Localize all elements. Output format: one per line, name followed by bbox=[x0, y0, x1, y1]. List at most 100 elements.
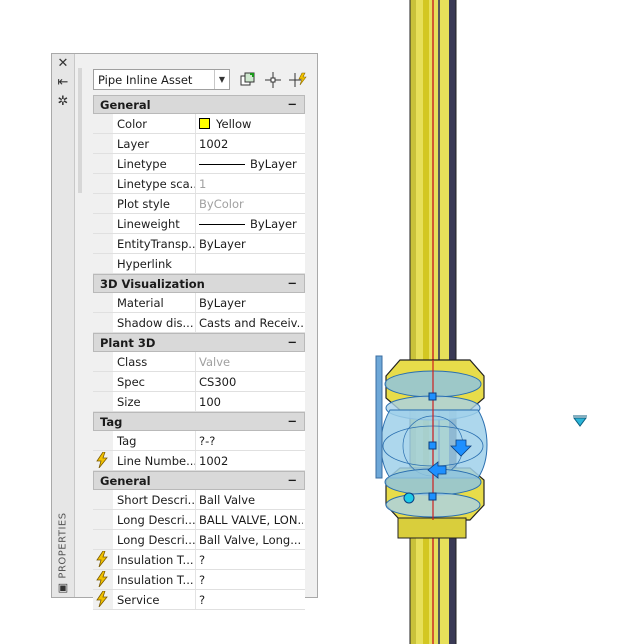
object-type-select[interactable]: Pipe Inline Asset ▼ bbox=[93, 69, 230, 90]
property-value[interactable]: ByLayer bbox=[199, 296, 303, 310]
row-gutter bbox=[93, 392, 113, 411]
category-header-plant-3d[interactable]: Plant 3D − bbox=[93, 333, 305, 352]
lightning-bolt-icon bbox=[96, 452, 108, 468]
property-value[interactable]: ByLayer bbox=[199, 217, 303, 231]
property-row-plot-style[interactable]: Plot style ByColor bbox=[93, 194, 305, 214]
column-divider[interactable] bbox=[195, 550, 196, 569]
column-divider[interactable] bbox=[195, 114, 196, 133]
column-divider[interactable] bbox=[195, 254, 196, 273]
property-value[interactable]: ? bbox=[199, 573, 303, 587]
property-row-short-descri[interactable]: Short Descri... Ball Valve bbox=[93, 490, 305, 510]
property-value-text: BALL VALVE, LON... bbox=[199, 513, 303, 527]
column-divider[interactable] bbox=[195, 313, 196, 332]
property-value[interactable]: ByLayer bbox=[199, 157, 303, 171]
column-divider[interactable] bbox=[195, 234, 196, 253]
palette-menu-icon[interactable]: ▣ bbox=[55, 581, 71, 595]
property-row-size[interactable]: Size 100 bbox=[93, 392, 305, 412]
column-divider[interactable] bbox=[195, 174, 196, 193]
column-divider[interactable] bbox=[195, 293, 196, 312]
category-label: Plant 3D bbox=[100, 336, 156, 350]
select-objects-icon[interactable] bbox=[263, 70, 283, 90]
property-row-entitytransp[interactable]: EntityTransp... ByLayer bbox=[93, 234, 305, 254]
property-row-insulation-t[interactable]: Insulation T...? bbox=[93, 550, 305, 570]
property-value[interactable]: ? bbox=[199, 553, 303, 567]
column-divider[interactable] bbox=[195, 154, 196, 173]
property-name: Insulation T... bbox=[117, 573, 194, 587]
collapse-icon[interactable]: − bbox=[287, 276, 297, 290]
property-value[interactable]: ?-? bbox=[199, 434, 303, 448]
chevron-down-icon[interactable]: ▼ bbox=[214, 70, 229, 89]
property-value[interactable]: Ball Valve bbox=[199, 493, 303, 507]
property-value[interactable]: 1002 bbox=[199, 454, 303, 468]
close-icon[interactable]: ✕ bbox=[55, 57, 71, 71]
collapse-icon[interactable]: − bbox=[287, 473, 297, 487]
line-sample bbox=[199, 224, 245, 225]
property-value-text: 1002 bbox=[199, 137, 229, 151]
property-value[interactable]: Casts and Receiv... bbox=[199, 316, 303, 330]
column-divider[interactable] bbox=[195, 570, 196, 589]
property-value[interactable]: Yellow bbox=[199, 117, 303, 131]
category-header-general[interactable]: General − bbox=[93, 471, 305, 490]
row-gutter bbox=[93, 352, 113, 371]
property-name: Line Numbe... bbox=[117, 454, 195, 468]
color-swatch bbox=[199, 118, 210, 129]
column-divider[interactable] bbox=[195, 451, 196, 470]
property-value[interactable]: 1 bbox=[199, 177, 303, 191]
pipe-3d[interactable] bbox=[409, 0, 457, 644]
properties-settings-icon[interactable]: ✲ bbox=[55, 95, 71, 109]
property-value-text: 100 bbox=[199, 395, 221, 409]
property-row-hyperlink[interactable]: Hyperlink bbox=[93, 254, 305, 274]
column-divider[interactable] bbox=[195, 590, 196, 609]
property-value-text: ByLayer bbox=[250, 157, 297, 171]
column-divider[interactable] bbox=[195, 431, 196, 450]
category-header-general[interactable]: General − bbox=[93, 95, 305, 114]
property-row-lineweight[interactable]: Lineweight ByLayer bbox=[93, 214, 305, 234]
column-divider[interactable] bbox=[195, 134, 196, 153]
property-row-service[interactable]: Service? bbox=[93, 590, 305, 610]
property-name: Lineweight bbox=[117, 217, 180, 231]
category-header-tag[interactable]: Tag − bbox=[93, 412, 305, 431]
quick-select-icon[interactable] bbox=[288, 70, 308, 90]
column-divider[interactable] bbox=[195, 490, 196, 509]
property-row-material[interactable]: Material ByLayer bbox=[93, 293, 305, 313]
category-header-3d-visualization[interactable]: 3D Visualization − bbox=[93, 274, 305, 293]
property-row-long-descri[interactable]: Long Descri... BALL VALVE, LON... bbox=[93, 510, 305, 530]
property-value[interactable]: Valve bbox=[199, 355, 303, 369]
property-row-linetype-sca[interactable]: Linetype sca... 1 bbox=[93, 174, 305, 194]
property-name: Linetype bbox=[117, 157, 167, 171]
property-row-insulation-t[interactable]: Insulation T...? bbox=[93, 570, 305, 590]
auto-hide-icon[interactable]: ⇤ bbox=[55, 76, 71, 90]
collapse-icon[interactable]: − bbox=[287, 414, 297, 428]
property-row-color[interactable]: Color Yellow bbox=[93, 114, 305, 134]
column-divider[interactable] bbox=[195, 530, 196, 549]
column-divider[interactable] bbox=[195, 510, 196, 529]
property-row-line-numbe[interactable]: Line Numbe... 1002 bbox=[93, 451, 305, 471]
palette-scrollbar[interactable] bbox=[78, 68, 82, 193]
property-row-shadow-dis[interactable]: Shadow dis... Casts and Receiv... bbox=[93, 313, 305, 333]
toggle-pickadd-icon[interactable] bbox=[238, 70, 258, 90]
column-divider[interactable] bbox=[195, 372, 196, 391]
property-value[interactable]: 100 bbox=[199, 395, 303, 409]
collapse-icon[interactable]: − bbox=[287, 97, 297, 111]
property-value[interactable]: ByLayer bbox=[199, 237, 303, 251]
properties-palette[interactable]: ✕ ⇤ ✲ PROPERTIES ▣ Pipe Inline Asset ▼ G… bbox=[51, 53, 318, 610]
property-row-long-descri[interactable]: Long Descri... Ball Valve, Long... bbox=[93, 530, 305, 550]
property-row-class[interactable]: Class Valve bbox=[93, 352, 305, 372]
property-value[interactable]: 1002 bbox=[199, 137, 303, 151]
property-value[interactable]: CS300 bbox=[199, 375, 303, 389]
property-row-tag[interactable]: Tag ?-? bbox=[93, 431, 305, 451]
property-value[interactable]: BALL VALVE, LON... bbox=[199, 513, 303, 527]
property-value[interactable]: ByColor bbox=[199, 197, 303, 211]
collapse-icon[interactable]: − bbox=[287, 335, 297, 349]
column-divider[interactable] bbox=[195, 392, 196, 411]
property-value[interactable]: Ball Valve, Long... bbox=[199, 533, 303, 547]
property-row-spec[interactable]: Spec CS300 bbox=[93, 372, 305, 392]
property-row-linetype[interactable]: Linetype ByLayer bbox=[93, 154, 305, 174]
row-gutter bbox=[93, 293, 113, 312]
column-divider[interactable] bbox=[195, 352, 196, 371]
palette-title-strip[interactable]: ✕ ⇤ ✲ PROPERTIES ▣ bbox=[52, 54, 75, 597]
property-row-layer[interactable]: Layer 1002 bbox=[93, 134, 305, 154]
column-divider[interactable] bbox=[195, 214, 196, 233]
property-value[interactable]: ? bbox=[199, 593, 303, 607]
column-divider[interactable] bbox=[195, 194, 196, 213]
